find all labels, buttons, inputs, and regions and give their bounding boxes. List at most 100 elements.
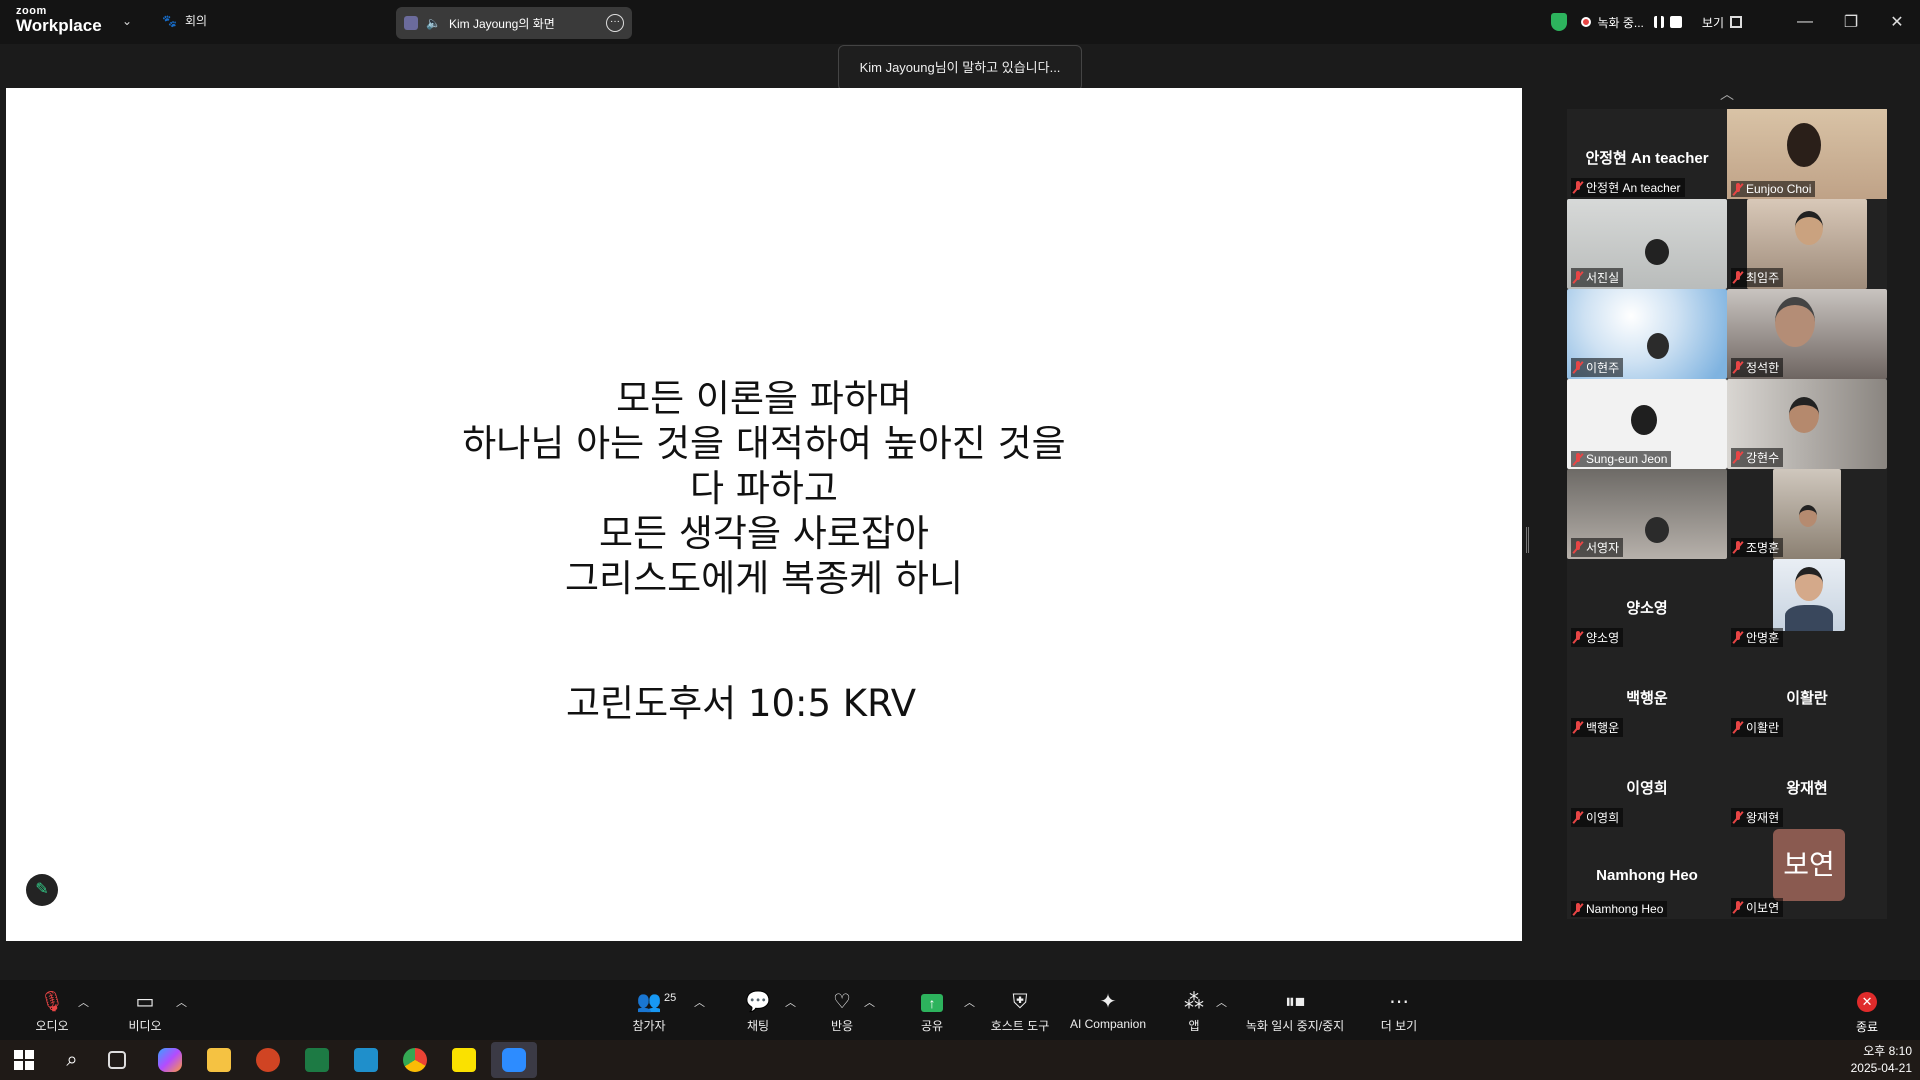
person-body (1785, 605, 1833, 631)
participant-tile[interactable]: 서진실 (1567, 199, 1727, 289)
more-button[interactable]: ⋯ 더 보기 (1378, 990, 1420, 1034)
mic-muted-icon (1733, 182, 1743, 196)
ai-companion-button[interactable]: ✦ AI Companion (1066, 990, 1150, 1031)
participant-name-large: 이영희 (1626, 780, 1668, 797)
apps-options-chevron-icon[interactable]: ︿ (1216, 994, 1227, 1010)
maximize-button[interactable]: ❐ (1828, 12, 1874, 32)
recording-dot-icon (1581, 17, 1592, 27)
share-button[interactable]: ↑ 공유 (912, 990, 952, 1034)
mic-muted-icon (1573, 181, 1583, 194)
more-icon: ⋯ (1389, 991, 1409, 1013)
recording-control-label: 녹화 일시 중지/중지 (1245, 1019, 1345, 1033)
copilot-icon[interactable] (158, 1048, 182, 1072)
mic-muted-icon (1573, 361, 1583, 374)
chrome-icon[interactable] (403, 1048, 427, 1072)
participant-tile[interactable]: 정석한 (1727, 289, 1887, 379)
video-button[interactable]: ▭ 비디오 (125, 990, 165, 1034)
participant-tile[interactable]: 최임주 (1727, 199, 1887, 289)
participant-tile[interactable]: Eunjoo Choi (1727, 109, 1887, 199)
video-camera-icon: ▭ (135, 991, 155, 1013)
collapse-gallery-icon[interactable]: ︿ (1720, 84, 1734, 104)
mic-muted-icon (1733, 901, 1743, 914)
participant-tile[interactable]: 서영자 (1567, 469, 1727, 559)
person-head (1787, 123, 1821, 167)
close-button[interactable]: ✕ (1874, 12, 1920, 32)
reactions-label: 반응 (830, 1019, 854, 1033)
participant-tile[interactable]: 이현주 (1567, 289, 1727, 379)
participants-options-chevron-icon[interactable]: ︿ (694, 994, 705, 1010)
share-options-chevron-icon[interactable]: ︿ (964, 994, 975, 1010)
participant-name: 강현수 (1746, 451, 1780, 465)
security-shield-icon[interactable] (1551, 13, 1568, 31)
mic-muted-icon (1733, 721, 1743, 734)
mic-muted-icon (1733, 541, 1743, 554)
recording-control-button[interactable]: ⏸⏹ 녹화 일시 중지/중지 (1240, 990, 1350, 1034)
participant-name: 양소영 (1586, 631, 1620, 645)
shield-icon: ⛨ (1012, 991, 1028, 1013)
audio-options-chevron-icon[interactable]: ︿ (78, 994, 89, 1010)
more-label: 더 보기 (1380, 1019, 1418, 1033)
system-clock[interactable]: 오후 8:10 2025-04-21 (1851, 1043, 1912, 1077)
participant-name: Sung-eun Jeon (1586, 452, 1668, 466)
resize-handle[interactable] (1526, 527, 1529, 553)
participant-tile[interactable]: 양소영 양소영 (1567, 559, 1727, 649)
participant-tile[interactable]: 안명훈 (1727, 559, 1887, 649)
powerpoint-icon[interactable] (256, 1048, 280, 1072)
task-view-icon[interactable] (108, 1051, 126, 1069)
share-screen-icon: ↑ (912, 990, 952, 1014)
person-head (1775, 297, 1815, 347)
chevron-down-icon[interactable]: ⌄ (122, 14, 132, 28)
pause-stop-icon: ⏸⏹ (1285, 991, 1305, 1013)
mic-muted-icon (1573, 902, 1583, 916)
kakaotalk-icon[interactable] (452, 1048, 476, 1072)
participant-name: 왕재현 (1746, 811, 1780, 825)
heart-icon: ♡ (833, 991, 851, 1013)
video-options-chevron-icon[interactable]: ︿ (176, 994, 187, 1010)
participant-tile[interactable]: 보연 이보연 (1727, 829, 1887, 919)
windows-start-icon[interactable] (12, 1048, 36, 1072)
participant-tile[interactable]: 백행운 백행운 (1567, 649, 1727, 739)
view-grid-icon[interactable] (1730, 16, 1742, 28)
search-icon[interactable]: ⌕ (60, 1048, 84, 1072)
store-app-icon[interactable] (354, 1048, 378, 1072)
screen-share-indicator[interactable]: 🔈 Kim Jayoung의 화면 ··· (396, 7, 632, 39)
reactions-options-chevron-icon[interactable]: ︿ (864, 994, 875, 1010)
pause-recording-icon[interactable] (1653, 16, 1664, 28)
participant-tile[interactable]: 이영희 이영희 (1567, 739, 1727, 829)
stop-recording-icon[interactable] (1669, 16, 1682, 28)
zoom-taskbar-button[interactable] (491, 1042, 537, 1078)
chat-button[interactable]: 💬 채팅 (740, 990, 776, 1034)
verse-line: 모든 생각을 사로잡아 (599, 512, 929, 555)
end-meeting-button[interactable]: ✕ 종료 (1856, 990, 1878, 1035)
host-tools-button[interactable]: ⛨ 호스트 도구 (986, 990, 1054, 1034)
participant-name-large: 백행운 (1626, 690, 1668, 707)
apps-icon: ⁂ (1184, 991, 1204, 1013)
participant-tile[interactable]: Sung-eun Jeon (1567, 379, 1727, 469)
participant-tile[interactable]: 왕재현 왕재현 (1727, 739, 1887, 829)
apps-button[interactable]: ⁂ 앱 (1180, 990, 1208, 1034)
participant-tile[interactable]: Namhong Heo Namhong Heo (1567, 829, 1727, 919)
chat-icon: 💬 (745, 991, 771, 1013)
participant-tile[interactable]: 조명훈 (1727, 469, 1887, 559)
participant-tile[interactable]: 안정현 An teacher 안정현 An teacher (1567, 109, 1727, 199)
participant-label: 이보연 (1731, 898, 1784, 917)
participant-name: 서영자 (1586, 541, 1620, 555)
more-options-icon[interactable]: ··· (606, 14, 624, 32)
participant-tile[interactable]: 이활란 이활란 (1727, 649, 1887, 739)
participants-button[interactable]: 👥 25 참가자 (628, 990, 676, 1034)
meeting-button[interactable]: 🐾 회의 (162, 12, 207, 29)
chat-options-chevron-icon[interactable]: ︿ (785, 994, 796, 1010)
participant-name-large: 양소영 (1626, 600, 1668, 617)
person-head (1647, 333, 1669, 359)
participant-name: 정석한 (1746, 361, 1780, 375)
annotate-pencil-icon[interactable]: ✎ (26, 874, 58, 906)
excel-icon[interactable] (305, 1048, 329, 1072)
file-explorer-icon[interactable] (207, 1048, 231, 1072)
reactions-button[interactable]: ♡ 반응 (824, 990, 860, 1034)
view-button[interactable]: 보기 (1702, 14, 1724, 31)
participant-name-large: Namhong Heo (1596, 867, 1698, 884)
participant-tile[interactable]: 강현수 (1727, 379, 1887, 469)
minimize-button[interactable]: — (1782, 13, 1828, 31)
audio-button[interactable]: 🎙 오디오 (32, 990, 72, 1034)
participant-label: 이영희 (1571, 808, 1624, 827)
